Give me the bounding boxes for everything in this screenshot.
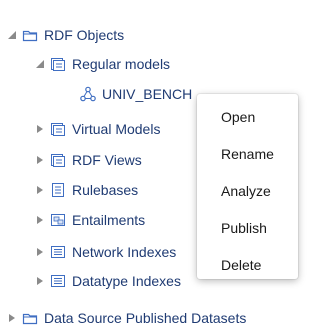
- expanded-triangle-icon[interactable]: [6, 29, 18, 41]
- menu-item-analyze[interactable]: Analyze: [197, 172, 298, 209]
- tree-node-label: RDF Objects: [44, 27, 125, 43]
- expanded-triangle-icon[interactable]: [34, 58, 46, 70]
- tree-node-label: Regular models: [72, 56, 171, 72]
- collapsed-triangle-icon[interactable]: [6, 312, 18, 324]
- tree-node-label: Network Indexes: [72, 244, 177, 260]
- tree-node-label: Datatype Indexes: [72, 273, 181, 289]
- folder-icon: [22, 27, 38, 43]
- tree-node-entailments[interactable]: Entailments: [34, 208, 145, 232]
- entailments-folder-icon: [50, 212, 66, 228]
- tree-node-virtual-models[interactable]: Virtual Models: [34, 117, 160, 141]
- model-graph-icon: [80, 86, 96, 102]
- tree-node-rdf-objects[interactable]: RDF Objects: [6, 23, 124, 47]
- menu-item-publish[interactable]: Publish: [197, 209, 298, 246]
- folder-icon: [22, 310, 38, 326]
- collapsed-triangle-icon[interactable]: [34, 246, 46, 258]
- context-menu: Open Rename Analyze Publish Delete: [197, 94, 298, 279]
- tree-node-label: RDF Views: [72, 152, 142, 168]
- tree-node-regular-models[interactable]: Regular models: [34, 52, 170, 76]
- tree-node-univ-bench[interactable]: UNIV_BENCH: [80, 82, 192, 106]
- menu-item-delete[interactable]: Delete: [197, 246, 298, 283]
- tree-node-label: Data Source Published Datasets: [44, 310, 247, 326]
- tree-node-published-datasets[interactable]: Data Source Published Datasets: [6, 306, 246, 330]
- rdf-views-folder-icon: [50, 152, 66, 168]
- collapsed-triangle-icon[interactable]: [34, 214, 46, 226]
- collapsed-triangle-icon[interactable]: [34, 275, 46, 287]
- network-indexes-folder-icon: [50, 244, 66, 260]
- virtual-models-folder-icon: [50, 121, 66, 137]
- collapsed-triangle-icon[interactable]: [34, 154, 46, 166]
- models-folder-icon: [50, 56, 66, 72]
- tree-node-rdf-views[interactable]: RDF Views: [34, 148, 142, 172]
- tree-node-rulebases[interactable]: Rulebases: [34, 178, 138, 202]
- collapsed-triangle-icon[interactable]: [34, 123, 46, 135]
- tree-node-label: UNIV_BENCH: [102, 86, 193, 102]
- tree-node-label: Rulebases: [72, 182, 139, 198]
- tree-node-datatype-indexes[interactable]: Datatype Indexes: [34, 269, 181, 293]
- menu-item-rename[interactable]: Rename: [197, 135, 298, 172]
- collapsed-triangle-icon[interactable]: [34, 184, 46, 196]
- tree-node-network-indexes[interactable]: Network Indexes: [34, 240, 176, 264]
- tree-node-label: Virtual Models: [72, 121, 161, 137]
- tree-node-label: Entailments: [72, 212, 146, 228]
- menu-item-open[interactable]: Open: [197, 98, 298, 135]
- datatype-indexes-folder-icon: [50, 273, 66, 289]
- rulebases-folder-icon: [50, 182, 66, 198]
